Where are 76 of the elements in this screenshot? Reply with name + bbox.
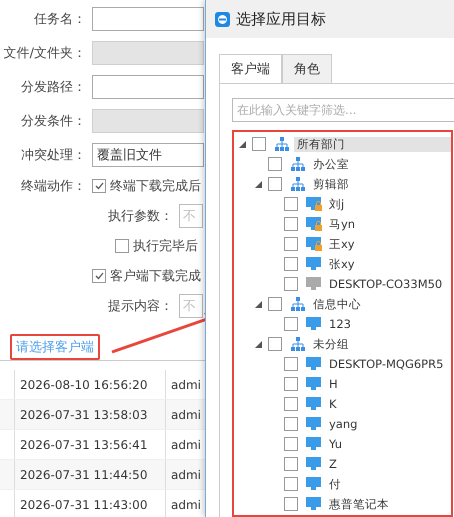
input-field[interactable] [92,7,204,31]
tree-item[interactable]: 张xy [326,256,358,272]
checkbox[interactable] [284,237,298,251]
tree-item[interactable]: 办公室 [310,156,352,172]
org-chart-icon [274,137,290,151]
checkbox[interactable] [284,397,298,411]
field-label: 分发条件： [20,113,87,130]
checkbox[interactable] [284,317,298,331]
tab[interactable]: 客户端 [219,54,282,84]
checkbox[interactable] [284,217,298,231]
tree-item[interactable]: 剪辑部 [310,176,352,192]
tree-item[interactable]: 付 [326,476,344,492]
checkbox[interactable] [268,337,282,351]
org-chart-icon [290,177,306,191]
tree-item[interactable]: 马yn [326,216,358,232]
expanded-triangle-icon[interactable] [254,340,262,348]
checkbox[interactable] [284,257,298,271]
table-cell: 2026-07-31 11:43:00 [15,490,166,517]
window-title: 选择应用目标 [236,10,326,28]
checkbox-label: 执行完毕后 [133,238,198,255]
org-chart-icon [290,157,306,171]
table-cell: 2026-08-10 16:56:20 [15,370,166,399]
table-cell: 2026-07-31 13:58:03 [15,400,166,429]
checkbox[interactable] [268,297,282,311]
input-field[interactable] [92,75,204,99]
checkbox[interactable] [268,177,282,191]
tree-item[interactable]: 信息中心 [310,296,364,312]
field-label: 分发路径： [20,79,87,96]
expanded-triangle-icon[interactable] [254,180,262,188]
field-label: 冲突处理： [20,147,87,164]
field-label: 文件/文件夹： [2,45,87,62]
checkbox[interactable] [284,437,298,451]
checkbox[interactable] [92,179,106,193]
checkbox[interactable] [284,197,298,211]
tree-item[interactable]: K [326,397,340,411]
field-label: 执行参数： [108,208,173,225]
tree-item[interactable]: H [326,377,341,391]
checkbox[interactable] [284,497,298,511]
tree-item[interactable]: 未分组 [310,336,352,352]
org-chart-icon [290,337,306,351]
checkbox-label: 客户端下载完成 [110,268,201,285]
checkbox[interactable] [284,377,298,391]
org-chart-icon [290,297,306,311]
tree-item[interactable]: 惠普笔记本 [326,496,392,512]
tree-item[interactable]: 王xy [326,236,358,252]
checkbox[interactable] [284,477,298,491]
select-field[interactable]: 覆盖旧文件 [92,143,204,167]
checkbox[interactable] [284,417,298,431]
expanded-triangle-icon[interactable] [254,300,262,308]
tab[interactable]: 角色 [282,54,332,84]
checkbox[interactable] [284,277,298,291]
checkbox[interactable] [268,157,282,171]
tree-item[interactable]: DESKTOP-MQG6PR5 [326,357,446,371]
table-cell: 2026-07-31 11:44:50 [15,460,166,489]
tree-item[interactable]: 123 [326,317,354,331]
checkbox[interactable] [115,239,129,253]
field-label: 任务名： [33,11,87,28]
expanded-triangle-icon[interactable] [238,140,246,148]
tree-item[interactable]: Z [326,457,340,471]
tree-item[interactable]: 刘j [326,196,348,212]
tree-item[interactable]: Yu [326,437,345,451]
checkbox[interactable] [252,137,266,151]
field-label: 提示内容： [108,298,173,315]
field-label: 终端动作： [20,178,87,195]
search-field[interactable]: 在此输入关键字筛选... [232,98,454,122]
checkbox[interactable] [284,457,298,471]
checkmark-icon [94,272,104,280]
checkbox-label: 终端下载完成后 [110,178,201,195]
tree-item[interactable]: yang [326,417,360,431]
app-logo-icon [215,12,230,26]
tree-item[interactable]: DESKTOP-CO33M50 [326,277,446,291]
checkbox[interactable] [284,357,298,371]
table-cell: 2026-07-31 13:56:41 [15,430,166,459]
checkmark-icon [94,182,104,190]
checkbox[interactable] [92,269,106,283]
tree-item[interactable]: 所有部门 [294,136,451,152]
